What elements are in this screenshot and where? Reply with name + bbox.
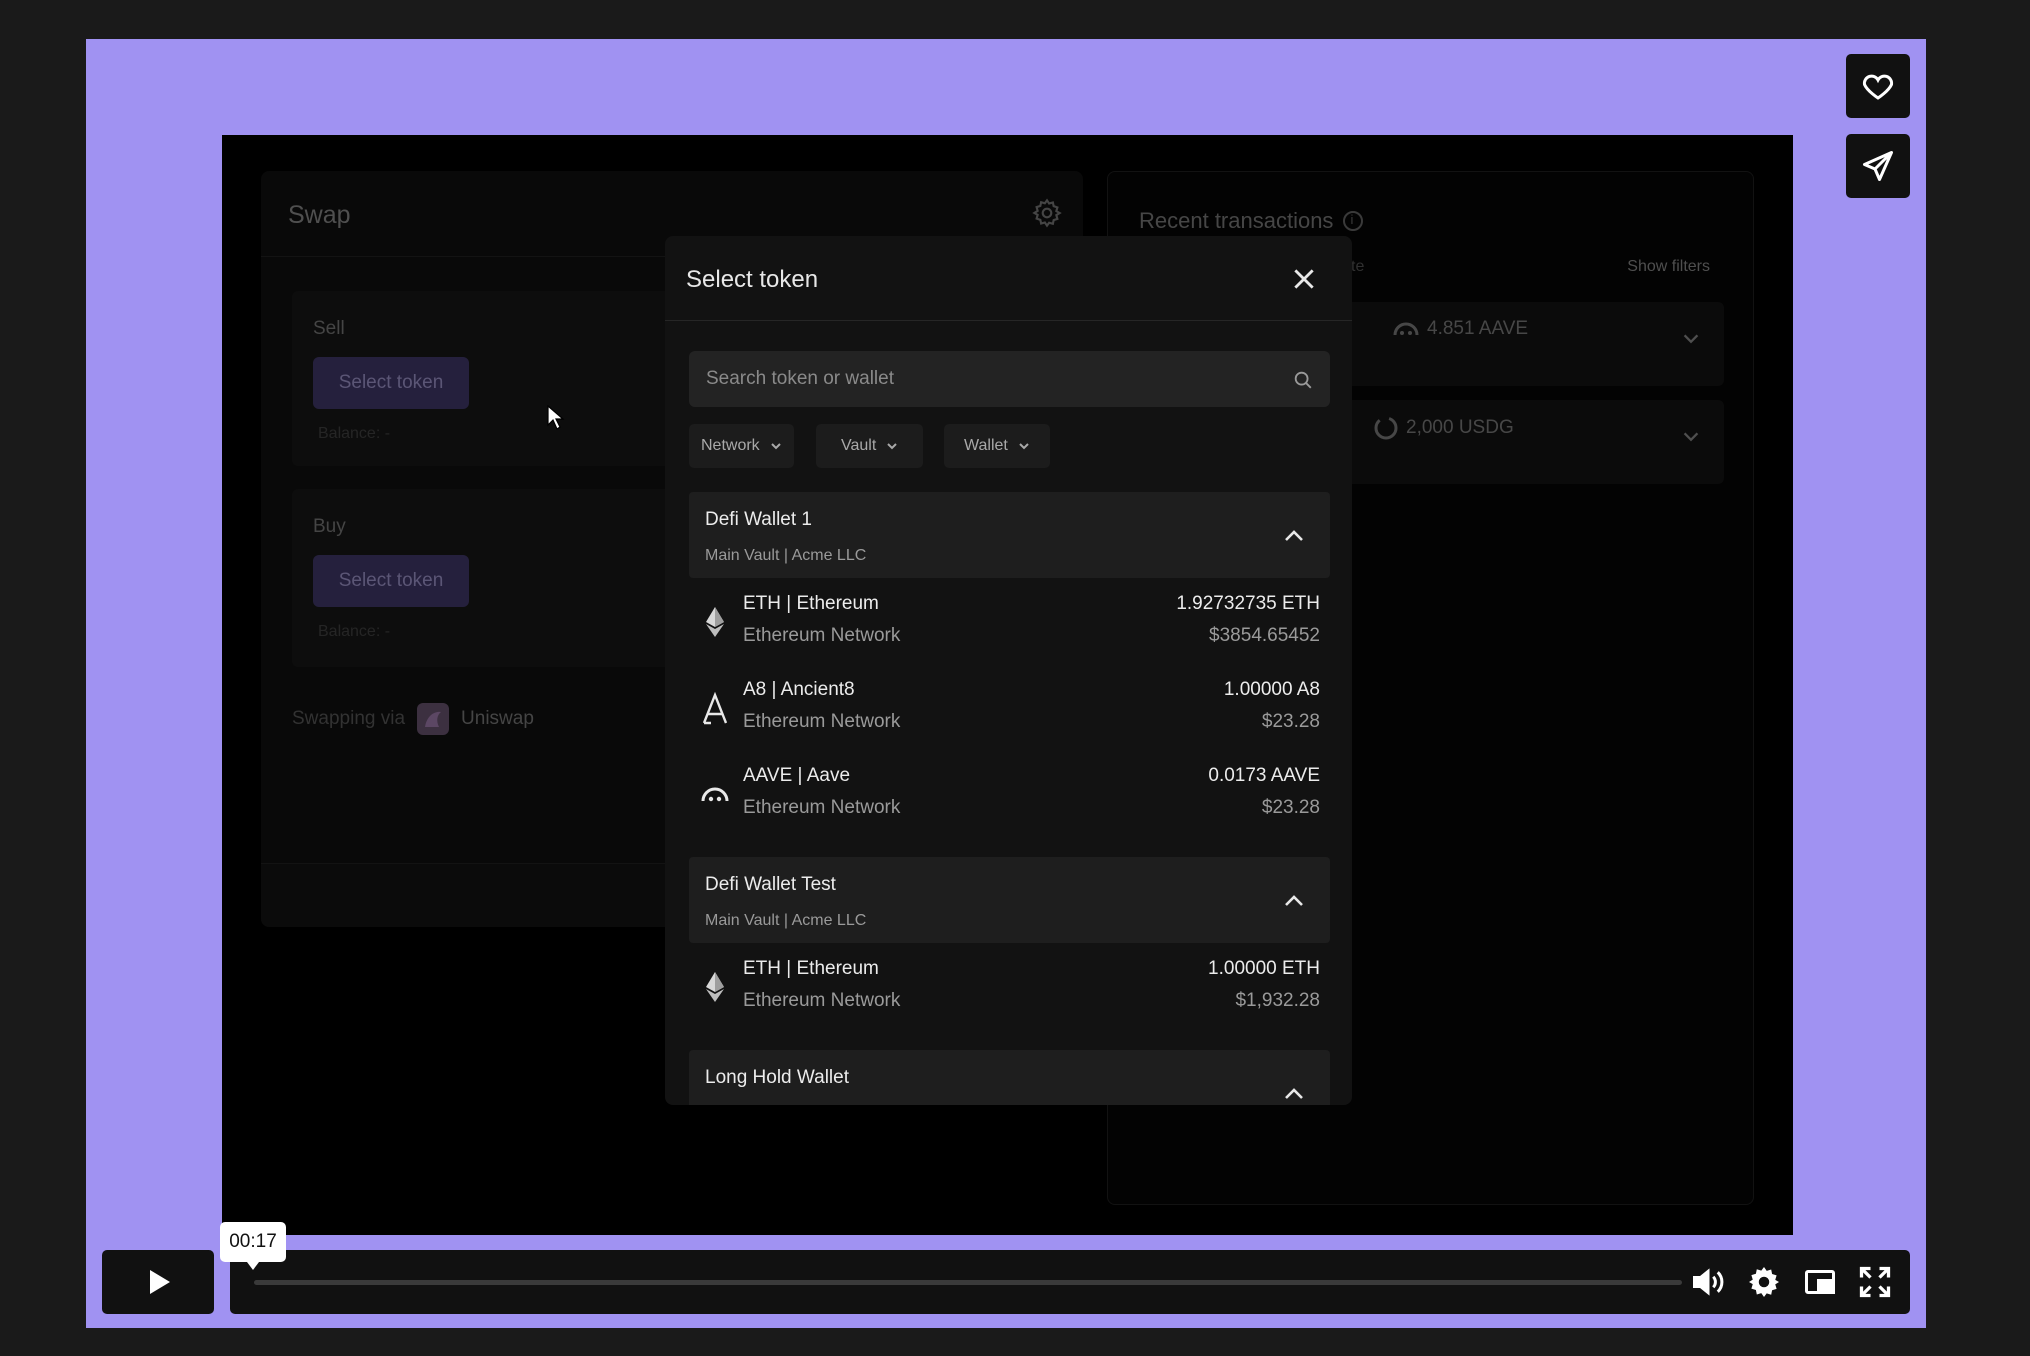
token-row[interactable]: A8 | Ancient8 Ethereum Network 1.00000 A… — [689, 666, 1330, 752]
ethereum-icon — [706, 972, 724, 1002]
token-amount: 1.92732735 ETH — [1176, 593, 1320, 614]
aave-icon — [701, 787, 729, 802]
chevron-down-icon — [1019, 443, 1029, 450]
token-network: Ethereum Network — [743, 990, 901, 1011]
wallet-filter[interactable]: Wallet — [944, 424, 1050, 468]
chevron-up-icon[interactable] — [1282, 890, 1306, 910]
token-row[interactable]: AAVE | Aave Ethereum Network 0.0173 AAVE… — [689, 752, 1330, 838]
like-button[interactable] — [1846, 54, 1910, 118]
share-button[interactable] — [1846, 134, 1910, 198]
wallet-group-header[interactable]: Long Hold Wallet — [689, 1050, 1330, 1105]
progress-track[interactable] — [254, 1280, 1682, 1285]
volume-icon[interactable] — [1690, 1264, 1726, 1300]
select-token-modal: Select token Network Vault Wallet Defi W… — [665, 236, 1352, 1105]
chevron-up-icon[interactable] — [1282, 1083, 1306, 1103]
wallet-group-header[interactable]: Defi Wallet 1 Main Vault | Acme LLC — [689, 492, 1330, 578]
chevron-down-icon — [887, 443, 897, 450]
network-filter[interactable]: Network — [689, 424, 794, 468]
vault-filter-label: Vault — [841, 437, 877, 454]
wallet-group-sub: Main Vault | Acme LLC — [705, 912, 867, 929]
token-name: ETH | Ethereum — [743, 958, 879, 979]
token-row[interactable]: ETH | Ethereum Ethereum Network 1.00000 … — [689, 945, 1330, 1031]
token-usd-value: $3854.65452 — [1209, 625, 1320, 646]
ethereum-icon — [706, 607, 724, 637]
wallet-filter-label: Wallet — [964, 437, 1008, 454]
wallet-group-name: Defi Wallet Test — [705, 874, 836, 895]
close-icon[interactable] — [1291, 266, 1317, 292]
modal-title: Select token — [686, 266, 819, 293]
video-frame[interactable]: Swap Sell Select token Balance: - Buy Se… — [222, 135, 1793, 1235]
token-usd-value: $1,932.28 — [1235, 990, 1320, 1011]
play-icon — [150, 1270, 170, 1294]
share-icon — [1863, 151, 1893, 181]
chevron-up-icon[interactable] — [1282, 525, 1306, 545]
wallet-group-name: Defi Wallet 1 — [705, 509, 812, 530]
play-button[interactable] — [102, 1250, 214, 1314]
token-amount: 0.0173 AAVE — [1208, 765, 1320, 786]
token-usd-value: $23.28 — [1261, 711, 1320, 732]
settings-icon[interactable] — [1746, 1264, 1782, 1300]
time-tooltip: 00:17 — [220, 1222, 286, 1270]
network-filter-label: Network — [701, 437, 760, 454]
heart-icon — [1862, 74, 1894, 100]
wallet-group-name: Long Hold Wallet — [705, 1067, 849, 1088]
token-name: A8 | Ancient8 — [743, 679, 855, 700]
token-network: Ethereum Network — [743, 797, 901, 818]
token-network: Ethereum Network — [743, 625, 901, 646]
ancient8-icon — [702, 691, 728, 725]
pip-icon[interactable] — [1802, 1264, 1838, 1300]
video-stage: Swap Sell Select token Balance: - Buy Se… — [86, 39, 1926, 1328]
modal-header: Select token — [665, 236, 1352, 321]
chevron-down-icon — [770, 443, 781, 450]
search-icon — [1294, 371, 1312, 389]
wallet-group-sub: Main Vault | Acme LLC — [705, 547, 867, 564]
player-controlbar — [230, 1250, 1910, 1314]
token-amount: 1.00000 ETH — [1208, 958, 1320, 979]
fullscreen-icon[interactable] — [1857, 1264, 1893, 1300]
search-input[interactable] — [689, 351, 1330, 407]
vault-filter[interactable]: Vault — [816, 424, 924, 468]
token-name: AAVE | Aave — [743, 765, 851, 786]
mouse-cursor-icon — [547, 405, 565, 430]
token-usd-value: $23.28 — [1261, 797, 1320, 818]
token-network: Ethereum Network — [743, 711, 901, 732]
token-amount: 1.00000 A8 — [1223, 679, 1320, 700]
wallet-group-header[interactable]: Defi Wallet Test Main Vault | Acme LLC — [689, 857, 1330, 943]
token-row[interactable]: ETH | Ethereum Ethereum Network 1.927327… — [689, 580, 1330, 666]
token-name: ETH | Ethereum — [743, 593, 879, 614]
